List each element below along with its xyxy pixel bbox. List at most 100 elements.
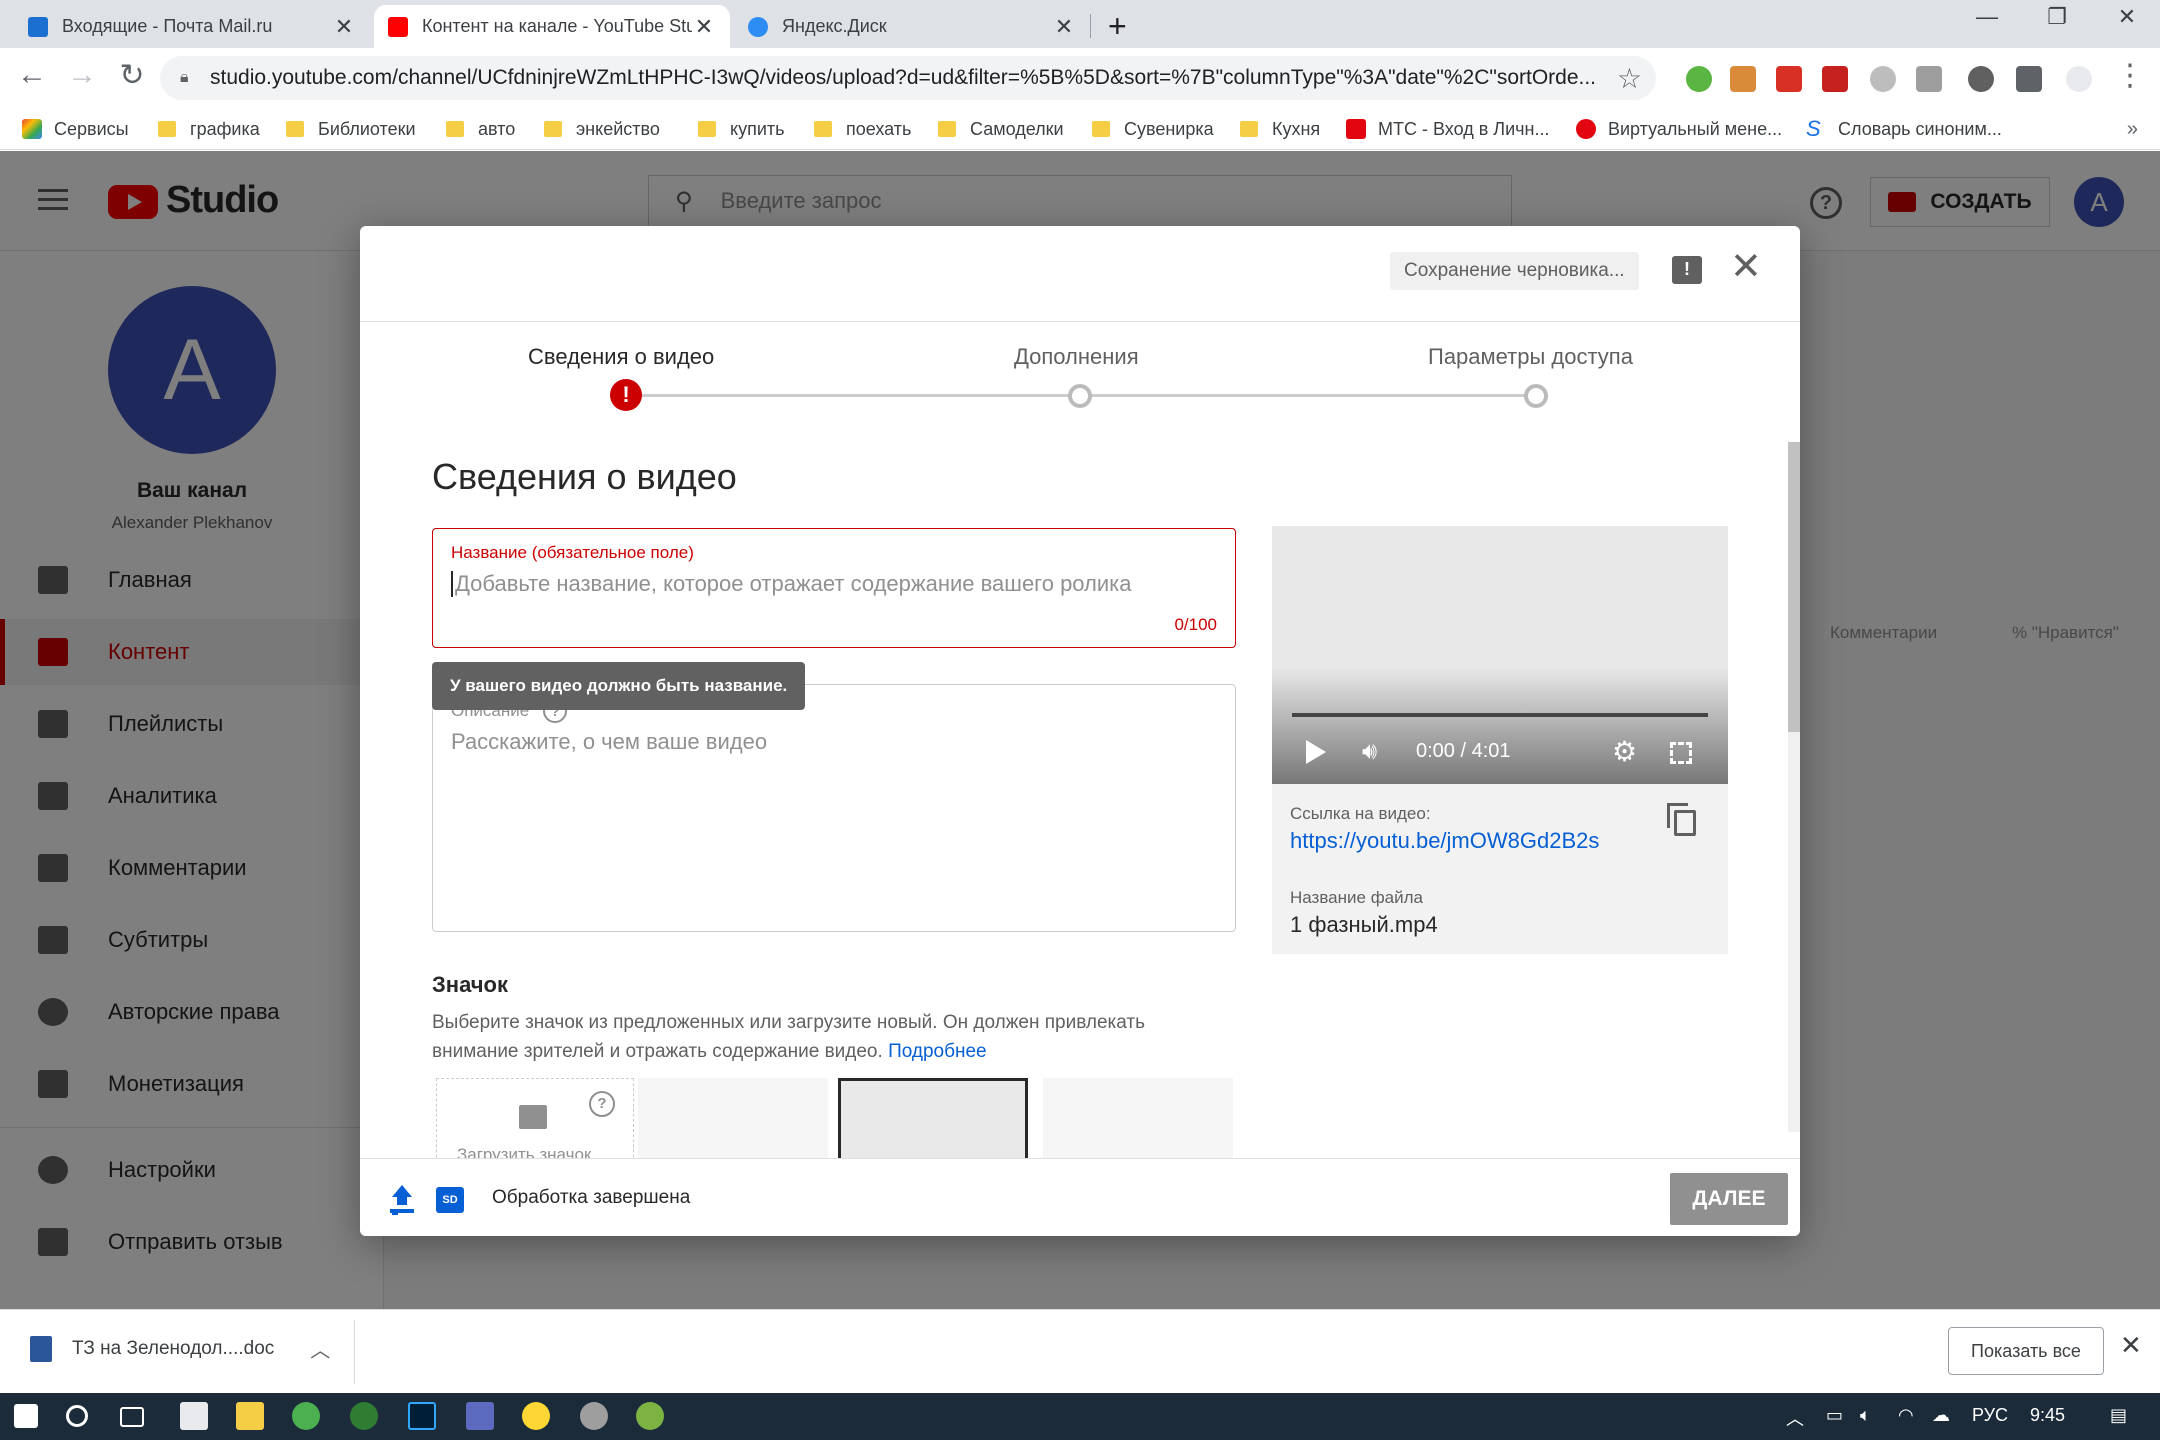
1c-icon[interactable] <box>522 1402 550 1430</box>
bookmark-folder[interactable]: Сувенирка <box>1092 114 1214 144</box>
menu-dots-icon[interactable]: ⋮ <box>2110 58 2150 93</box>
scrollbar-thumb[interactable] <box>1788 442 1800 732</box>
extension-icon[interactable] <box>1916 66 1942 92</box>
extension-icon[interactable] <box>1686 66 1712 92</box>
file-explorer-icon[interactable] <box>236 1402 264 1430</box>
address-bar[interactable]: 🔒︎ studio.youtube.com/channel/UCfdninjre… <box>160 56 1656 100</box>
windows-start-icon[interactable] <box>14 1404 38 1428</box>
bookmark-apps[interactable]: Сервисы <box>22 114 129 144</box>
volume-icon[interactable]: 🔊︎ <box>1362 740 1392 764</box>
extension-icon[interactable] <box>1730 66 1756 92</box>
battery-icon[interactable]: ▭ <box>1826 1405 1843 1426</box>
gear-icon[interactable]: ⚙ <box>1612 738 1637 766</box>
play-icon[interactable] <box>1306 740 1326 764</box>
clock[interactable]: 9:45 <box>2030 1405 2065 1426</box>
app-icon[interactable] <box>350 1402 378 1430</box>
chevron-right-icon[interactable]: » <box>2127 118 2138 141</box>
title-input[interactable] <box>451 571 1211 597</box>
bookmark-folder[interactable]: купить <box>698 114 785 144</box>
help-icon[interactable]: ? <box>589 1091 615 1117</box>
learn-more-link[interactable]: Подробнее <box>888 1041 987 1062</box>
tab-mail[interactable]: Входящие - Почта Mail.ru ✕ <box>14 5 370 48</box>
video-progress-bar[interactable] <box>1292 713 1708 717</box>
step-elements-label[interactable]: Дополнения <box>1014 344 1139 370</box>
close-icon[interactable]: ✕ <box>1052 14 1076 40</box>
notifications-icon[interactable]: ▤ <box>2110 1405 2127 1426</box>
extension-icon[interactable] <box>1870 66 1896 92</box>
processing-status: Обработка завершена <box>492 1187 691 1208</box>
bookmark-label: поехать <box>846 118 912 139</box>
restore-icon[interactable]: ❐ <box>2022 4 2092 30</box>
puzzle-icon[interactable] <box>2016 66 2042 92</box>
search-icon[interactable] <box>66 1405 88 1427</box>
tab-youtube-studio[interactable]: Контент на канале - YouTube Studio ✕ <box>374 5 730 48</box>
volume-icon[interactable]: 🔈︎ <box>1860 1405 1871 1426</box>
bookmark-folder[interactable]: Библиотеки <box>286 114 416 144</box>
extension-icon[interactable] <box>1968 66 1994 92</box>
close-icon[interactable]: ✕ <box>332 14 356 40</box>
step-visibility-dot[interactable] <box>1524 384 1548 408</box>
bookmark-folder[interactable]: авто <box>446 114 515 144</box>
cloud-icon[interactable]: ☁ <box>1932 1405 1950 1426</box>
app-icon[interactable] <box>636 1402 664 1430</box>
back-icon[interactable]: ← <box>12 58 52 92</box>
title-field[interactable]: Название (обязательное поле) 0/100 <box>432 528 1236 648</box>
error-icon[interactable]: ! <box>610 379 642 411</box>
copy-icon[interactable] <box>1667 803 1696 836</box>
app-icon[interactable] <box>580 1402 608 1430</box>
new-tab-icon[interactable]: + <box>1108 8 1127 45</box>
reload-icon[interactable]: ↻ <box>112 58 152 93</box>
photoshop-icon[interactable] <box>408 1402 436 1430</box>
bookmark-label: графика <box>190 118 260 139</box>
chevron-up-icon[interactable]: ︿ <box>1786 1405 1804 1431</box>
pdf-extension-icon[interactable] <box>1776 66 1802 92</box>
extension-icon[interactable] <box>1822 66 1848 92</box>
bookmark-label: авто <box>478 118 516 139</box>
language-indicator[interactable]: РУС <box>1972 1405 2008 1426</box>
dialog-footer: SD Обработка завершена ДАЛЕЕ <box>360 1158 1800 1236</box>
browser-toolbar: ← → ↻ 🔒︎ studio.youtube.com/channel/UCfd… <box>0 48 2160 108</box>
forward-icon[interactable]: → <box>62 58 102 92</box>
chevron-up-icon[interactable]: ︿ <box>310 1334 330 1363</box>
description-input[interactable] <box>451 729 1211 909</box>
title-char-counter: 0/100 <box>1174 615 1217 634</box>
step-visibility-label[interactable]: Параметры доступа <box>1428 344 1633 370</box>
bookmark-folder[interactable]: графика <box>158 114 260 144</box>
bookmark-folder[interactable]: Кухня <box>1240 114 1320 144</box>
bookmark-folder[interactable]: поехать <box>814 114 911 144</box>
task-view-icon[interactable] <box>120 1407 144 1427</box>
feedback-icon[interactable]: ! <box>1672 256 1702 284</box>
profile-icon[interactable] <box>2066 66 2092 92</box>
bookmark-virtual[interactable]: Виртуальный мене... <box>1576 114 1782 144</box>
minimize-icon[interactable]: — <box>1952 4 2022 30</box>
browser-tab-bar: Входящие - Почта Mail.ru ✕ Контент на ка… <box>0 0 2160 48</box>
stepper: Сведения о видео Дополнения Параметры до… <box>360 322 1800 442</box>
close-icon[interactable]: ✕ <box>2120 1330 2142 1361</box>
video-link-label: Ссылка на видео: <box>1290 804 1431 823</box>
tab-title: Яндекс.Диск <box>782 16 887 36</box>
wifi-icon[interactable]: ◠ <box>1898 1405 1914 1426</box>
close-icon[interactable]: ✕ <box>1730 248 1762 286</box>
video-player[interactable]: 🔊︎ 0:00 / 4:01 ⚙ <box>1272 526 1728 784</box>
video-link[interactable]: https://youtu.be/jmOW8Gd2B2s <box>1290 828 1599 854</box>
close-icon[interactable]: ✕ <box>692 14 716 40</box>
bookmark-folder[interactable]: энкейство <box>544 114 660 144</box>
bookmark-folder[interactable]: Самоделки <box>938 114 1064 144</box>
window-close-icon[interactable]: ✕ <box>2092 4 2160 30</box>
bookmark-star-icon[interactable]: ☆ <box>1617 62 1642 95</box>
bookmark-mts[interactable]: МТС - Вход в Личн... <box>1346 114 1549 144</box>
step-details-label[interactable]: Сведения о видео <box>528 344 714 370</box>
next-button[interactable]: ДАЛЕЕ <box>1670 1173 1788 1225</box>
step-elements-dot[interactable] <box>1068 384 1092 408</box>
bookmarks-bar: Сервисы графика Библиотеки авто энкейств… <box>0 108 2160 150</box>
show-all-button[interactable]: Показать все <box>1948 1327 2104 1375</box>
mail-app-icon[interactable] <box>180 1402 208 1430</box>
download-item[interactable]: ТЗ на Зеленодол....doc ︿ <box>30 1334 330 1363</box>
bookmark-dictionary[interactable]: S Словарь синоним... <box>1806 114 2002 144</box>
chrome-icon[interactable] <box>292 1402 320 1430</box>
description-field[interactable]: Описание ? <box>432 684 1236 932</box>
tab-yandex-disk[interactable]: Яндекс.Диск ✕ <box>734 5 1090 48</box>
app-icon[interactable] <box>466 1402 494 1430</box>
site-icon <box>1576 119 1596 139</box>
fullscreen-icon[interactable] <box>1670 742 1692 764</box>
